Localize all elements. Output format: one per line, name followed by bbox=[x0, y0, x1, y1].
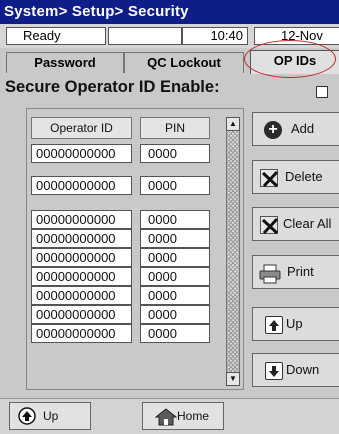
status-time: 10:40 bbox=[182, 27, 248, 45]
page-down-button[interactable]: Down bbox=[252, 353, 339, 387]
operator-id-cell[interactable]: 00000000000 bbox=[31, 305, 132, 324]
page-down-icon bbox=[265, 362, 283, 380]
printer-icon bbox=[259, 264, 281, 284]
operator-id-cell[interactable]: 00000000000 bbox=[31, 267, 132, 286]
secure-enable-checkbox[interactable] bbox=[316, 86, 328, 98]
pin-cell[interactable]: 0000 bbox=[140, 144, 210, 163]
page-down-button-label: Down bbox=[286, 362, 320, 377]
column-header-operator-id: Operator ID bbox=[31, 117, 132, 139]
table-scrollbar[interactable] bbox=[226, 117, 240, 386]
page-up-button-label: Up bbox=[286, 316, 303, 331]
pin-cell[interactable]: 0000 bbox=[140, 248, 210, 267]
secure-operator-id-heading: Secure Operator ID Enable: bbox=[5, 78, 220, 96]
page-up-icon bbox=[265, 316, 283, 334]
nav-up-button[interactable]: Up bbox=[9, 402, 91, 430]
status-bar: Ready 10:40 12-Nov bbox=[0, 24, 339, 48]
pin-cell[interactable]: 0000 bbox=[140, 305, 210, 324]
tab-password[interactable]: Password bbox=[6, 52, 124, 73]
x-mark-icon bbox=[260, 216, 279, 235]
nav-home-button[interactable]: Home bbox=[142, 402, 224, 430]
add-button[interactable]: + Add bbox=[252, 112, 339, 146]
status-message bbox=[108, 27, 182, 45]
operator-id-cell[interactable]: 00000000000 bbox=[31, 286, 132, 305]
status-state: Ready bbox=[6, 27, 106, 45]
operator-id-cell[interactable]: 00000000000 bbox=[31, 144, 132, 163]
home-icon bbox=[154, 407, 178, 427]
nav-home-label: Home bbox=[177, 409, 210, 423]
delete-button-label: Delete bbox=[285, 169, 323, 184]
plus-circle-icon: + bbox=[264, 121, 282, 139]
security-screen: System> Setup> Security Ready 10:40 12-N… bbox=[0, 0, 339, 434]
scroll-down-arrow-icon[interactable]: ▼ bbox=[226, 372, 240, 386]
x-mark-icon bbox=[260, 169, 279, 188]
tab-op-ids[interactable]: OP IDs bbox=[250, 50, 339, 74]
print-button[interactable]: Print bbox=[252, 255, 339, 289]
clear-all-button-label: Clear All bbox=[283, 216, 332, 231]
add-button-label: Add bbox=[291, 121, 315, 136]
operator-id-cell[interactable]: 00000000000 bbox=[31, 324, 132, 343]
print-button-label: Print bbox=[287, 264, 314, 279]
scroll-up-arrow-icon[interactable]: ▲ bbox=[226, 117, 240, 131]
operator-id-cell[interactable]: 00000000000 bbox=[31, 229, 132, 248]
clear-all-button[interactable]: Clear All bbox=[252, 207, 339, 241]
breadcrumb-title: System> Setup> Security bbox=[0, 0, 339, 24]
operator-id-cell[interactable]: 00000000000 bbox=[31, 210, 132, 229]
page-up-button[interactable]: Up bbox=[252, 307, 339, 341]
nav-up-label: Up bbox=[43, 409, 59, 423]
tab-qc-lockout[interactable]: QC Lockout bbox=[124, 52, 244, 73]
column-header-pin: PIN bbox=[140, 117, 210, 139]
pin-cell[interactable]: 0000 bbox=[140, 267, 210, 286]
operator-id-cell[interactable]: 00000000000 bbox=[31, 248, 132, 267]
pin-cell[interactable]: 0000 bbox=[140, 210, 210, 229]
pin-cell[interactable]: 0000 bbox=[140, 229, 210, 248]
pin-cell[interactable]: 0000 bbox=[140, 286, 210, 305]
pin-cell[interactable]: 0000 bbox=[140, 324, 210, 343]
arrow-up-circle-icon bbox=[18, 407, 36, 425]
delete-button[interactable]: Delete bbox=[252, 160, 339, 194]
operator-id-cell[interactable]: 00000000000 bbox=[31, 176, 132, 195]
pin-cell[interactable]: 0000 bbox=[140, 176, 210, 195]
status-date: 12-Nov bbox=[254, 27, 339, 45]
